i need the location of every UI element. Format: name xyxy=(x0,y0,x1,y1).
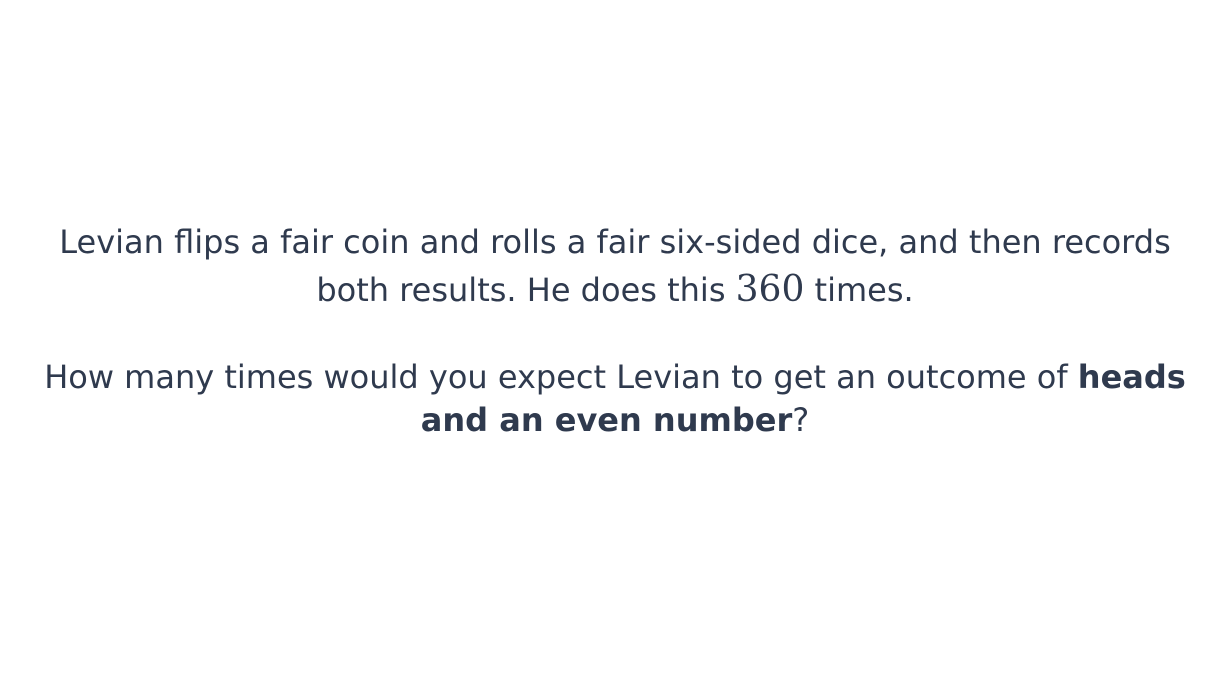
prompt-text-end: ? xyxy=(792,401,810,439)
setup-text-start: Levian flips a fair coin and rolls a fai… xyxy=(59,223,1171,309)
trials-number: 360 xyxy=(735,269,805,310)
question-setup: Levian flips a fair coin and rolls a fai… xyxy=(30,218,1200,314)
question-prompt: How many times would you expect Levian t… xyxy=(15,356,1215,442)
prompt-text-start: How many times would you expect Levian t… xyxy=(44,358,1078,396)
question-container: Levian flips a fair coin and rolls a fai… xyxy=(0,218,1230,442)
setup-text-end: times. xyxy=(804,271,914,309)
